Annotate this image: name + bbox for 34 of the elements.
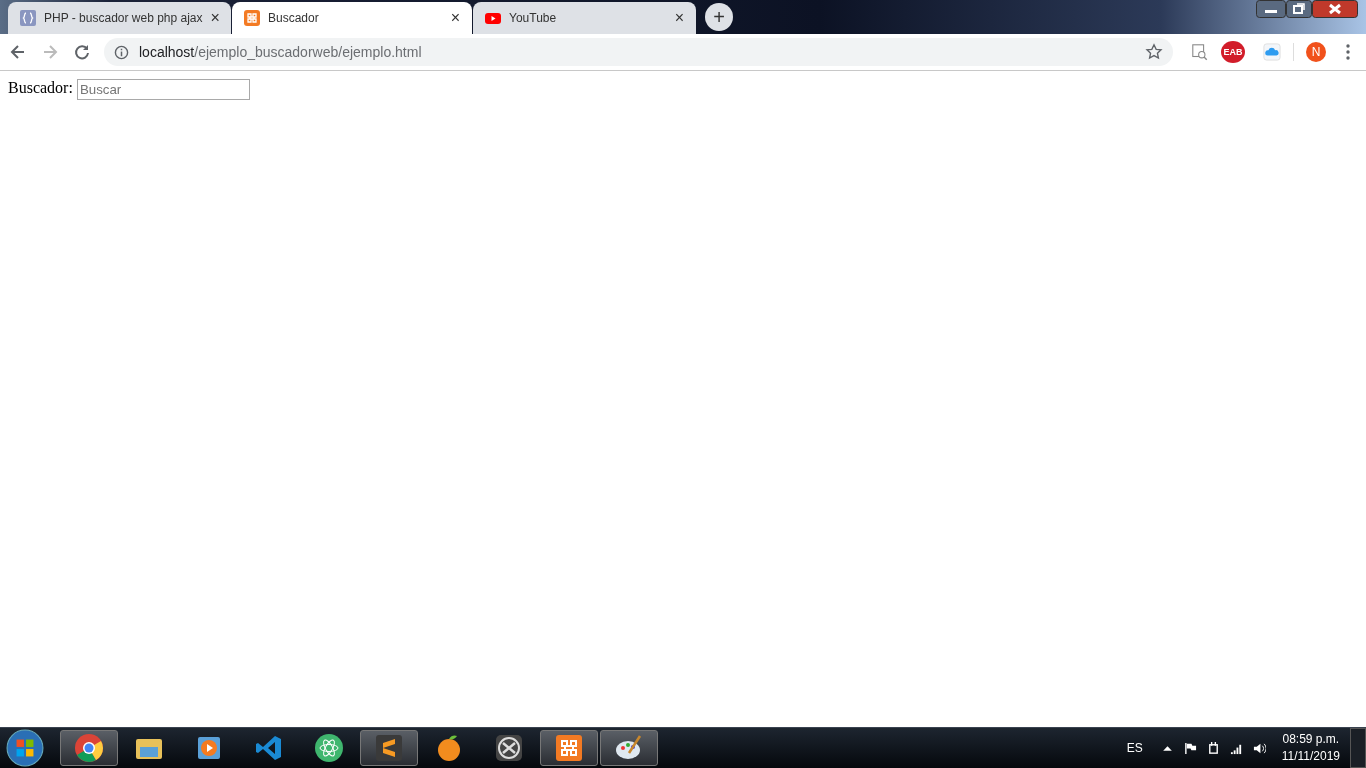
search-field[interactable]: Buscar <box>76 79 250 100</box>
browser-tab[interactable]: PHP - buscador web php ajax × <box>8 2 231 34</box>
clock-date: 11/11/2019 <box>1281 748 1340 765</box>
info-icon[interactable] <box>114 44 129 60</box>
clock-time: 08:59 p.m. <box>1282 731 1340 748</box>
new-tab-button[interactable]: + <box>705 3 733 31</box>
address-bar[interactable]: localhost/ejemplo_buscadorweb/ejemplo.html <box>104 38 1173 66</box>
speaker-icon[interactable] <box>1252 741 1266 755</box>
minimize-icon[interactable] <box>1256 0 1286 18</box>
play-icon <box>485 10 501 26</box>
chrome-taskbar-icon[interactable] <box>60 730 118 766</box>
browser-tab[interactable]: Buscador × <box>232 2 472 34</box>
cloud-icon[interactable] <box>1263 43 1281 61</box>
profile-avatar[interactable]: N <box>1306 42 1326 62</box>
close-icon[interactable] <box>1312 0 1358 18</box>
language-indicator[interactable]: ES <box>1126 741 1143 755</box>
search-page-icon[interactable] <box>1191 43 1209 61</box>
paint-taskbar-icon[interactable] <box>600 730 658 766</box>
adblock-extension-button[interactable]: EAB <box>1221 41 1245 63</box>
close-tab-button[interactable]: × <box>674 9 684 27</box>
sublime-taskbar-icon[interactable] <box>360 730 418 766</box>
star-icon[interactable] <box>1145 43 1163 61</box>
reload-icon[interactable] <box>72 42 92 62</box>
windows-start-icon[interactable] <box>6 729 44 767</box>
close-tab-button[interactable]: × <box>210 9 220 27</box>
restore-icon[interactable] <box>1286 0 1312 18</box>
flag-icon[interactable] <box>1183 741 1197 755</box>
power-plug-icon[interactable] <box>1206 741 1220 755</box>
close-tab-button[interactable]: × <box>450 9 460 27</box>
search-label: Buscador: <box>8 79 73 97</box>
braces-icon <box>20 10 36 26</box>
xampp-icon <box>244 10 260 26</box>
xampp-taskbar-icon[interactable] <box>540 730 598 766</box>
browser-tab[interactable]: YouTube × <box>473 2 696 34</box>
